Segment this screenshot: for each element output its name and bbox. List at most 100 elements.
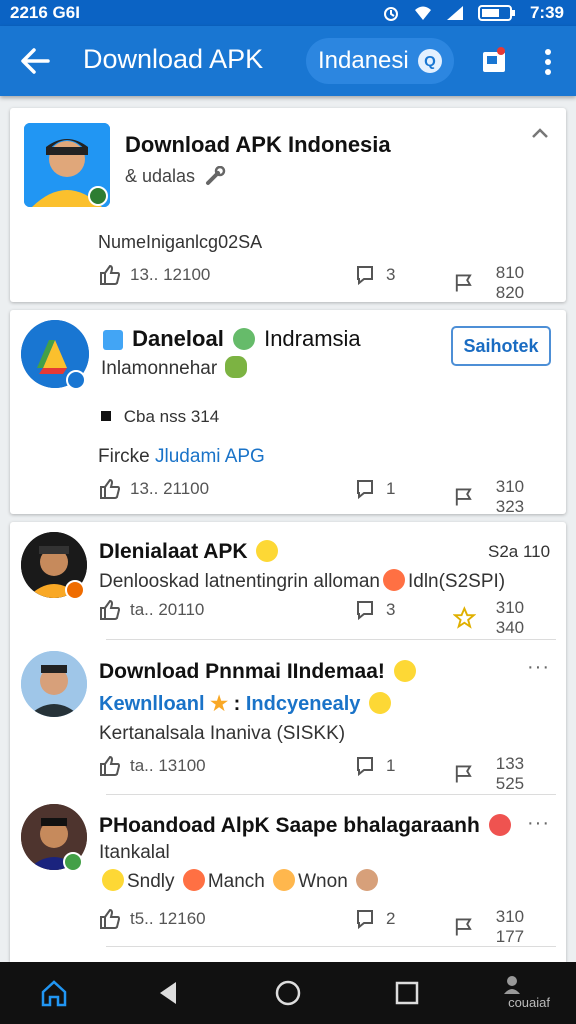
post-emoji-row: Sndly Manch Wnon xyxy=(99,869,381,893)
star-emoji-icon: ★ xyxy=(210,693,229,715)
cube-icon xyxy=(103,330,123,350)
share-button[interactable]: 810 820 xyxy=(453,263,554,303)
post-text-a: Denlooskad latnentingrin alloman xyxy=(99,571,380,592)
card-actions: 13.. 12100 3 810 820 xyxy=(98,263,554,302)
comment-icon xyxy=(357,266,373,286)
post-title: PHoandoad AlpK Saape bhalagaraanh xyxy=(99,814,514,838)
smile-emoji-icon xyxy=(256,540,279,562)
alarm-icon xyxy=(383,7,398,21)
status-time: 7:39 xyxy=(529,3,564,22)
post-highlight-b: Indcyenealy xyxy=(245,693,361,715)
comment-button[interactable]: 3 xyxy=(354,263,395,287)
post-actions: ta.. 20110 3 310 340 xyxy=(98,598,554,637)
card-subtitle-text: Inlamonnehar xyxy=(101,358,218,379)
link-prefix: Fircke xyxy=(98,446,150,467)
more-vert-icon[interactable] xyxy=(538,48,558,76)
card-title: Daneloal Indramsia xyxy=(100,326,361,352)
like-count: ta.. 13100 xyxy=(130,756,206,775)
card-subtitle-text: & udalas xyxy=(125,166,196,186)
more-horiz-icon[interactable]: ··· xyxy=(527,812,550,835)
thumbs-up-icon xyxy=(100,908,121,929)
store-icon[interactable] xyxy=(481,46,507,74)
back-arrow-icon[interactable] xyxy=(18,44,52,78)
face-emoji-icon xyxy=(102,869,124,891)
like-button[interactable]: ta.. 13100 xyxy=(98,754,206,778)
post-text: Kertanalsala Inaniva (SISKK) xyxy=(99,723,346,744)
like-button[interactable]: ta.. 20110 xyxy=(98,598,204,622)
language-label: Indanesi xyxy=(318,47,409,74)
online-badge-icon xyxy=(63,852,83,872)
share-button[interactable]: 133 525 xyxy=(453,754,554,794)
thumbs-up-icon xyxy=(100,478,121,499)
recents-icon[interactable] xyxy=(392,978,422,1008)
more-horiz-icon[interactable]: ··· xyxy=(527,656,550,679)
square-icon xyxy=(101,411,111,421)
comment-button[interactable]: 1 xyxy=(354,477,395,501)
share-count: 310 340 xyxy=(495,598,525,637)
card-body: NumeIniganlcg02SA xyxy=(98,232,263,252)
post-title: DIenialaat APK xyxy=(99,540,281,564)
like-button[interactable]: 13.. 12100 xyxy=(98,263,210,287)
app-card-2[interactable]: Daneloal Indramsia Inlamonnehar Saihotek… xyxy=(10,310,566,516)
apk-link[interactable]: Jludami APG xyxy=(155,446,265,467)
divider xyxy=(106,946,556,947)
status-bar: 2216 G6I 7:39 xyxy=(0,0,576,26)
share-button[interactable]: 310 340 xyxy=(453,598,554,638)
thumbs-up-icon xyxy=(100,264,121,285)
chevron-up-icon[interactable] xyxy=(530,126,550,140)
comment-icon xyxy=(357,480,373,500)
back-icon[interactable] xyxy=(154,978,184,1008)
star-icon xyxy=(453,606,476,629)
comment-count: 1 xyxy=(386,756,396,775)
like-button[interactable]: 13.. 21100 xyxy=(98,477,209,501)
post-title-text: Download Pnnmai IIndemaa! xyxy=(99,660,385,683)
share-count: 810 820 xyxy=(495,263,525,302)
comment-button[interactable]: 2 xyxy=(354,907,395,931)
card-actions: 13.. 21100 1 310 323 xyxy=(98,477,554,516)
green-face-icon xyxy=(232,328,255,350)
language-selector[interactable]: Indanesi Q xyxy=(306,38,454,84)
comment-button[interactable]: 1 xyxy=(354,754,395,778)
feed-list: DIenialaat APK S2a 110 Denlooskad latnen… xyxy=(10,522,566,962)
face-emoji-icon xyxy=(273,869,296,891)
wifi-icon xyxy=(414,6,431,20)
comment-icon xyxy=(357,601,373,621)
post-highlight: Kewnlloanl ★ : Indcyenealy xyxy=(99,691,394,716)
post-title: Download Pnnmai IIndemaa! xyxy=(99,660,419,684)
post-text: Itankalal xyxy=(99,842,170,863)
card-title-a: Daneloal xyxy=(132,326,224,351)
comment-count: 3 xyxy=(386,600,396,619)
divider xyxy=(106,794,556,795)
subscribe-button[interactable]: Saihotek xyxy=(451,326,551,366)
home-icon[interactable] xyxy=(39,978,69,1008)
person-emoji-icon xyxy=(356,869,379,891)
home-circle-icon[interactable] xyxy=(273,978,303,1008)
face-emoji-icon xyxy=(182,869,205,891)
like-count: 13.. 21100 xyxy=(130,479,210,498)
flag-icon xyxy=(455,488,472,506)
wrench-icon xyxy=(206,165,226,185)
signal-icon xyxy=(446,6,463,20)
status-left-text: 2216 G6I xyxy=(10,3,80,22)
share-button[interactable]: 310 323 xyxy=(453,477,554,517)
like-button[interactable]: t5.. 12160 xyxy=(98,907,206,931)
comment-button[interactable]: 3 xyxy=(354,598,395,622)
flag-icon xyxy=(455,274,472,292)
flag-icon xyxy=(455,765,472,783)
turtle-icon xyxy=(225,356,248,378)
app-card-1[interactable]: Download APK Indonesia & udalas NumeInig… xyxy=(10,108,566,302)
verified-badge-icon xyxy=(88,186,108,206)
emoji-label-a: Sndly xyxy=(127,871,175,892)
avatar[interactable] xyxy=(21,651,87,717)
post-meta: S2a 110 xyxy=(488,542,551,561)
account-icon[interactable] xyxy=(502,974,522,994)
share-button[interactable]: 310 177 xyxy=(453,907,554,947)
post-text-b: Idln(S2SPI) xyxy=(407,571,506,592)
search-icon: Q xyxy=(418,49,442,73)
surprised-emoji-icon xyxy=(393,660,416,682)
page-title: Download APK xyxy=(83,44,264,74)
post-text: Denlooskad latnentingrin alloman Idln(S2S… xyxy=(99,569,505,593)
system-nav-bar: couaiaf xyxy=(0,962,576,1024)
comment-count: 2 xyxy=(386,909,396,928)
verified-badge-icon xyxy=(66,370,86,390)
